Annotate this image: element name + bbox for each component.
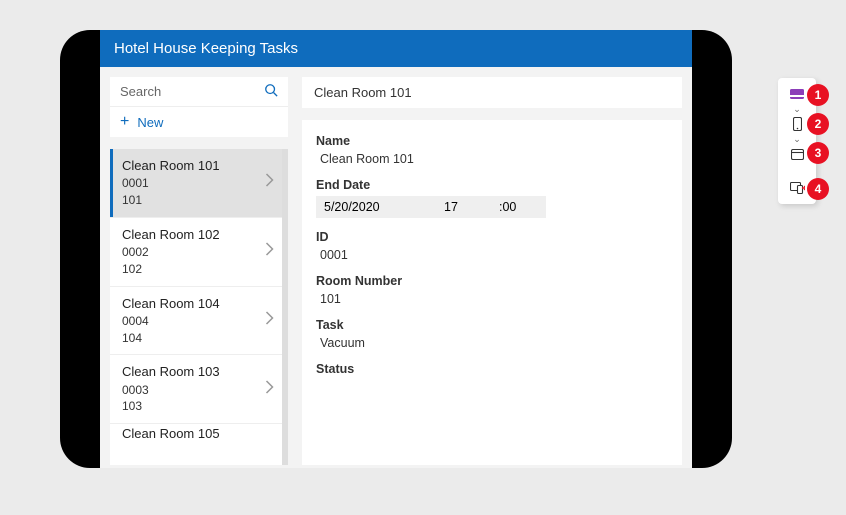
label-name: Name (316, 134, 668, 148)
chevron-down-icon[interactable]: ⌄ (793, 106, 801, 112)
search-icon (264, 83, 278, 100)
list-item-text: Clean Room 1040004104 (122, 295, 220, 347)
detail-header-text: Clean Room 101 (314, 85, 412, 100)
task-list-item[interactable]: Clean Room 1020002102 (110, 218, 282, 287)
label-end-date: End Date (316, 178, 668, 192)
list-item-text: Clean Room 1030003103 (122, 363, 220, 415)
value-id: 0001 (316, 248, 668, 262)
value-name: Clean Room 101 (316, 152, 668, 166)
detail-pane: Clean Room 101 Name Clean Room 101 End D… (302, 77, 682, 465)
end-date-hour[interactable]: 17 (436, 196, 491, 218)
search-placeholder: Search (120, 84, 161, 99)
callout-3: 3 (807, 142, 829, 164)
list-item-title: Clean Room 103 (122, 363, 220, 381)
value-room: 101 (316, 292, 668, 306)
list-item-id: 0002 (122, 244, 220, 261)
chevron-right-icon (265, 173, 274, 192)
end-date-date[interactable]: 5/20/2020 (316, 196, 436, 218)
new-button[interactable]: + New (110, 106, 288, 137)
end-date-min[interactable]: :00 (491, 196, 546, 218)
list-item-id: 0003 (122, 382, 220, 399)
label-status: Status (316, 362, 668, 376)
search-input[interactable]: Search (110, 77, 288, 106)
list-item-title: Clean Room 101 (122, 157, 220, 175)
task-list-item-partial[interactable]: Clean Room 105 (110, 424, 282, 446)
list-item-id: 0004 (122, 313, 220, 330)
label-id: ID (316, 230, 668, 244)
list-item-text: Clean Room 1010001101 (122, 157, 220, 209)
callout-1: 1 (807, 84, 829, 106)
home-indicator (349, 458, 444, 462)
list-item-room: 101 (122, 192, 220, 209)
content-area: Search + New Clean Room 1010001101Clean … (100, 67, 692, 465)
value-task: Vacuum (316, 336, 668, 350)
label-task: Task (316, 318, 668, 332)
chevron-right-icon (265, 380, 274, 399)
new-label: New (137, 115, 163, 130)
list-item-title: Clean Room 102 (122, 226, 220, 244)
chevron-right-icon (265, 311, 274, 330)
task-list-item[interactable]: Clean Room 1010001101 (110, 149, 282, 218)
label-room: Room Number (316, 274, 668, 288)
app-title-bar: Hotel House Keeping Tasks (100, 30, 692, 67)
task-list-item[interactable]: Clean Room 1040004104 (110, 287, 282, 356)
list-item-text: Clean Room 1020002102 (122, 226, 220, 278)
list-item-title: Clean Room 104 (122, 295, 220, 313)
list-item-room: 102 (122, 261, 220, 278)
list-item-room: 104 (122, 330, 220, 347)
plus-icon: + (120, 113, 129, 131)
app-title: Hotel House Keeping Tasks (114, 40, 298, 57)
task-list[interactable]: Clean Room 1010001101Clean Room 10200021… (110, 149, 288, 465)
chevron-right-icon (265, 242, 274, 261)
list-item-room: 103 (122, 398, 220, 415)
tablet-frame: Hotel House Keeping Tasks Search + New C… (60, 30, 732, 468)
callout-2: 2 (807, 113, 829, 135)
detail-body: Name Clean Room 101 End Date 5/20/2020 1… (302, 120, 682, 465)
detail-header: Clean Room 101 (302, 77, 682, 108)
app-screen: Hotel House Keeping Tasks Search + New C… (100, 30, 692, 468)
chevron-down-icon[interactable]: ⌄ (793, 136, 801, 142)
task-list-item[interactable]: Clean Room 1030003103 (110, 355, 282, 424)
list-item-id: 0001 (122, 175, 220, 192)
left-pane: Search + New Clean Room 1010001101Clean … (110, 77, 288, 465)
end-date-row: 5/20/2020 17 :00 (316, 196, 668, 218)
callout-4: 4 (807, 178, 829, 200)
